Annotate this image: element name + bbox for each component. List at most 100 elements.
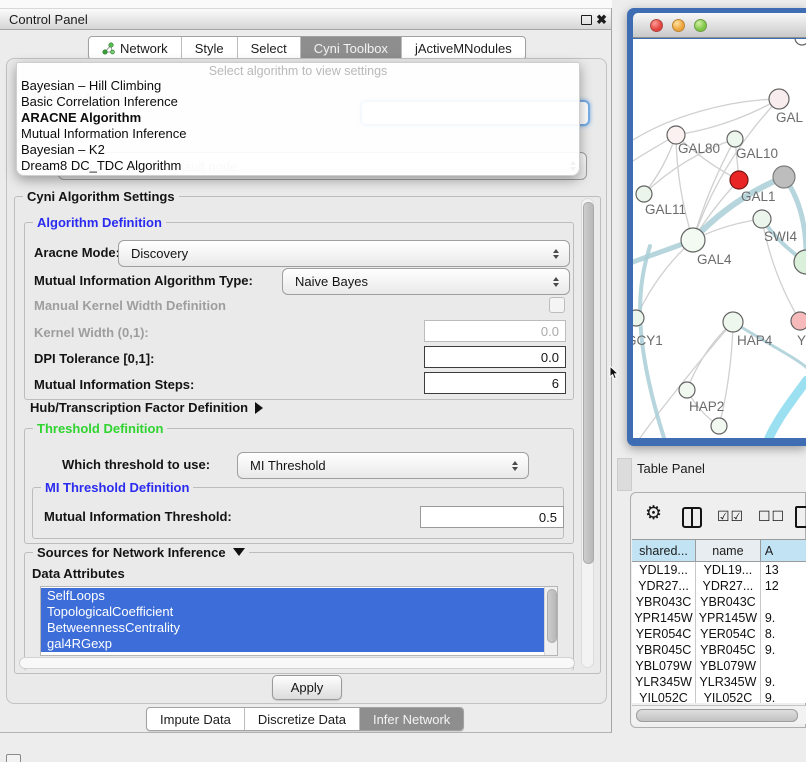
table-cell: YIL052C <box>696 690 761 703</box>
algorithm-option-bayesian-k2[interactable]: Bayesian – K2 <box>17 142 579 158</box>
table-row[interactable]: YER054CYER054C8. <box>632 626 806 642</box>
gear-icon[interactable]: ⚙ <box>645 504 662 523</box>
table-row[interactable]: YBL079WYBL079W <box>632 658 806 674</box>
table-row[interactable]: YIL052CYIL052C9. <box>632 690 806 703</box>
mi-steps-field[interactable]: 6 <box>424 372 566 394</box>
tab-impute-data[interactable]: Impute Data <box>147 708 244 730</box>
dpi-tolerance-label: DPI Tolerance [0,1]: <box>34 348 154 370</box>
tab-discretize-data[interactable]: Discretize Data <box>244 708 359 730</box>
table-row[interactable]: YDL19...YDL19...13 <box>632 562 806 578</box>
split-pane-divider[interactable] <box>617 458 632 491</box>
minimize-traffic-light[interactable] <box>672 19 685 32</box>
table-row[interactable]: YPR145WYPR145W9. <box>632 610 806 626</box>
table-cell: YBL079W <box>632 658 696 674</box>
network-node-gcy1[interactable] <box>633 310 644 326</box>
table-row[interactable]: YBR043CYBR043C <box>632 594 806 610</box>
network-node[interactable] <box>773 166 795 188</box>
attribute-item-topologicalcoefficient[interactable]: TopologicalCoefficient <box>41 604 544 620</box>
which-threshold-value: MI Threshold <box>238 458 506 473</box>
network-node-gal4[interactable] <box>681 228 705 252</box>
network-node-swi4[interactable] <box>753 210 771 228</box>
close-traffic-light[interactable] <box>650 19 663 32</box>
settings-group-title: Cyni Algorithm Settings <box>23 189 179 204</box>
network-edge <box>633 99 779 140</box>
list-vertical-scrollbar[interactable] <box>544 587 557 655</box>
dpi-tolerance-value: 0.0 <box>541 350 565 365</box>
table-header-row: shared...nameA <box>632 540 806 562</box>
network-node-label: HAP4 <box>737 333 773 348</box>
algorithm-option-dream8-dc-tdc-algorithm[interactable]: Dream8 DC_TDC Algorithm <box>17 158 579 174</box>
sources-group-title[interactable]: Sources for Network Inference <box>33 545 249 560</box>
columns-icon[interactable] <box>682 507 702 528</box>
attribute-item-gal4rgexp[interactable]: gal4RGexp <box>41 636 544 652</box>
network-node-gal1[interactable] <box>730 171 748 189</box>
tab-cyni-toolbox[interactable]: Cyni Toolbox <box>300 37 401 59</box>
column-header-a[interactable]: A <box>761 540 806 562</box>
dpi-tolerance-field[interactable]: 0.0 <box>424 346 566 368</box>
algorithm-option-bayesian-hill-climbing[interactable]: Bayesian – Hill Climbing <box>17 78 579 94</box>
attribute-item-selfloops[interactable]: SelfLoops <box>41 588 544 604</box>
mi-steps-value: 6 <box>552 376 565 391</box>
network-node-gal10[interactable] <box>727 131 743 147</box>
kernel-width-field[interactable]: 0.0 <box>424 320 566 342</box>
table-horizontal-scrollbar[interactable] <box>632 705 806 724</box>
table-row[interactable]: YDR27...YDR27...12 <box>632 578 806 594</box>
select-all-icon[interactable]: ☑☑ <box>717 509 744 525</box>
float-window-icon[interactable] <box>581 15 592 25</box>
close-window-icon[interactable]: ✖ <box>596 14 607 26</box>
network-node[interactable] <box>711 418 727 434</box>
network-node-hap2[interactable] <box>679 382 695 398</box>
manual-kernel-checkbox[interactable] <box>549 297 565 313</box>
mouse-cursor <box>609 366 621 380</box>
network-node[interactable] <box>795 39 806 45</box>
tab-select[interactable]: Select <box>237 37 300 59</box>
apply-button[interactable]: Apply <box>272 675 342 700</box>
tab-label: Network <box>120 41 168 56</box>
hub-definition-toggle[interactable]: Hub/Transcription Factor Definition <box>30 400 263 415</box>
table-cell: YIL052C <box>632 690 696 703</box>
network-window-titlebar[interactable] <box>633 13 806 38</box>
which-threshold-combo[interactable]: MI Threshold <box>237 452 529 479</box>
settings-horizontal-scrollbar[interactable] <box>19 657 575 669</box>
algorithm-option-basic-correlation-inference[interactable]: Basic Correlation Inference <box>17 94 579 110</box>
table-cell: 9. <box>761 610 806 626</box>
mi-algorithm-type-combo[interactable]: Naive Bayes <box>282 268 570 295</box>
tab-network[interactable]: Network <box>89 37 181 59</box>
network-node-gal[interactable] <box>769 89 789 109</box>
network-canvas[interactable]: GALGAL80GAL10GAL1GAL11SWI4GAL4HAP4YGCY1H… <box>633 39 806 438</box>
network-node-y[interactable] <box>791 312 806 330</box>
mi-threshold-field[interactable]: 0.5 <box>420 506 564 528</box>
table-cell: YLR345W <box>632 674 696 690</box>
tab-jactivemnodules[interactable]: jActiveMNodules <box>401 37 525 59</box>
settings-vertical-scrollbar-thumb[interactable] <box>583 202 594 564</box>
algorithm-option-mutual-information-inference[interactable]: Mutual Information Inference <box>17 126 579 142</box>
new-table-icon[interactable] <box>795 506 806 528</box>
collapsed-arrow-icon[interactable] <box>255 402 263 414</box>
aracne-mode-combo[interactable]: Discovery <box>118 240 570 267</box>
expanded-arrow-icon[interactable] <box>233 548 245 556</box>
table-cell: 9. <box>761 642 806 658</box>
settings-vertical-scrollbar[interactable] <box>581 198 594 668</box>
cyni-bottom-tabs: Impute DataDiscretize DataInfer Network <box>146 707 464 731</box>
zoom-traffic-light[interactable] <box>694 19 707 32</box>
attribute-item-betweennesscentrality[interactable]: BetweennessCentrality <box>41 620 544 636</box>
network-node-hap4[interactable] <box>723 312 743 332</box>
tab-style[interactable]: Style <box>181 37 237 59</box>
network-node-gal11[interactable] <box>636 186 652 202</box>
top-strip <box>0 0 612 8</box>
table-row[interactable]: YBR045CYBR045C9. <box>632 642 806 658</box>
network-node-label: SWI4 <box>764 229 797 244</box>
algorithm-option-aracne-algorithm[interactable]: ARACNE Algorithm <box>17 110 579 126</box>
tab-infer-network[interactable]: Infer Network <box>359 708 463 730</box>
column-header-shared[interactable]: shared... <box>632 540 696 562</box>
minimized-panel-icon[interactable] <box>6 754 21 762</box>
table-cell: YBR045C <box>632 642 696 658</box>
table-row[interactable]: YLR345WYLR345W9. <box>632 674 806 690</box>
list-vertical-scrollbar-thumb[interactable] <box>547 589 557 643</box>
table-horizontal-scrollbar-thumb[interactable] <box>636 709 798 722</box>
screen: Control Panel ✖ NetworkStyleSelectCyni T… <box>0 0 806 762</box>
column-header-name[interactable]: name <box>696 540 761 562</box>
spinner-arrows-icon <box>547 277 565 287</box>
table-panel-window: ⚙ ☑☑ ☐☐ shared...nameA YDL19...YDL19...1… <box>630 492 806 728</box>
deselect-all-icon[interactable]: ☐☐ <box>758 509 785 525</box>
